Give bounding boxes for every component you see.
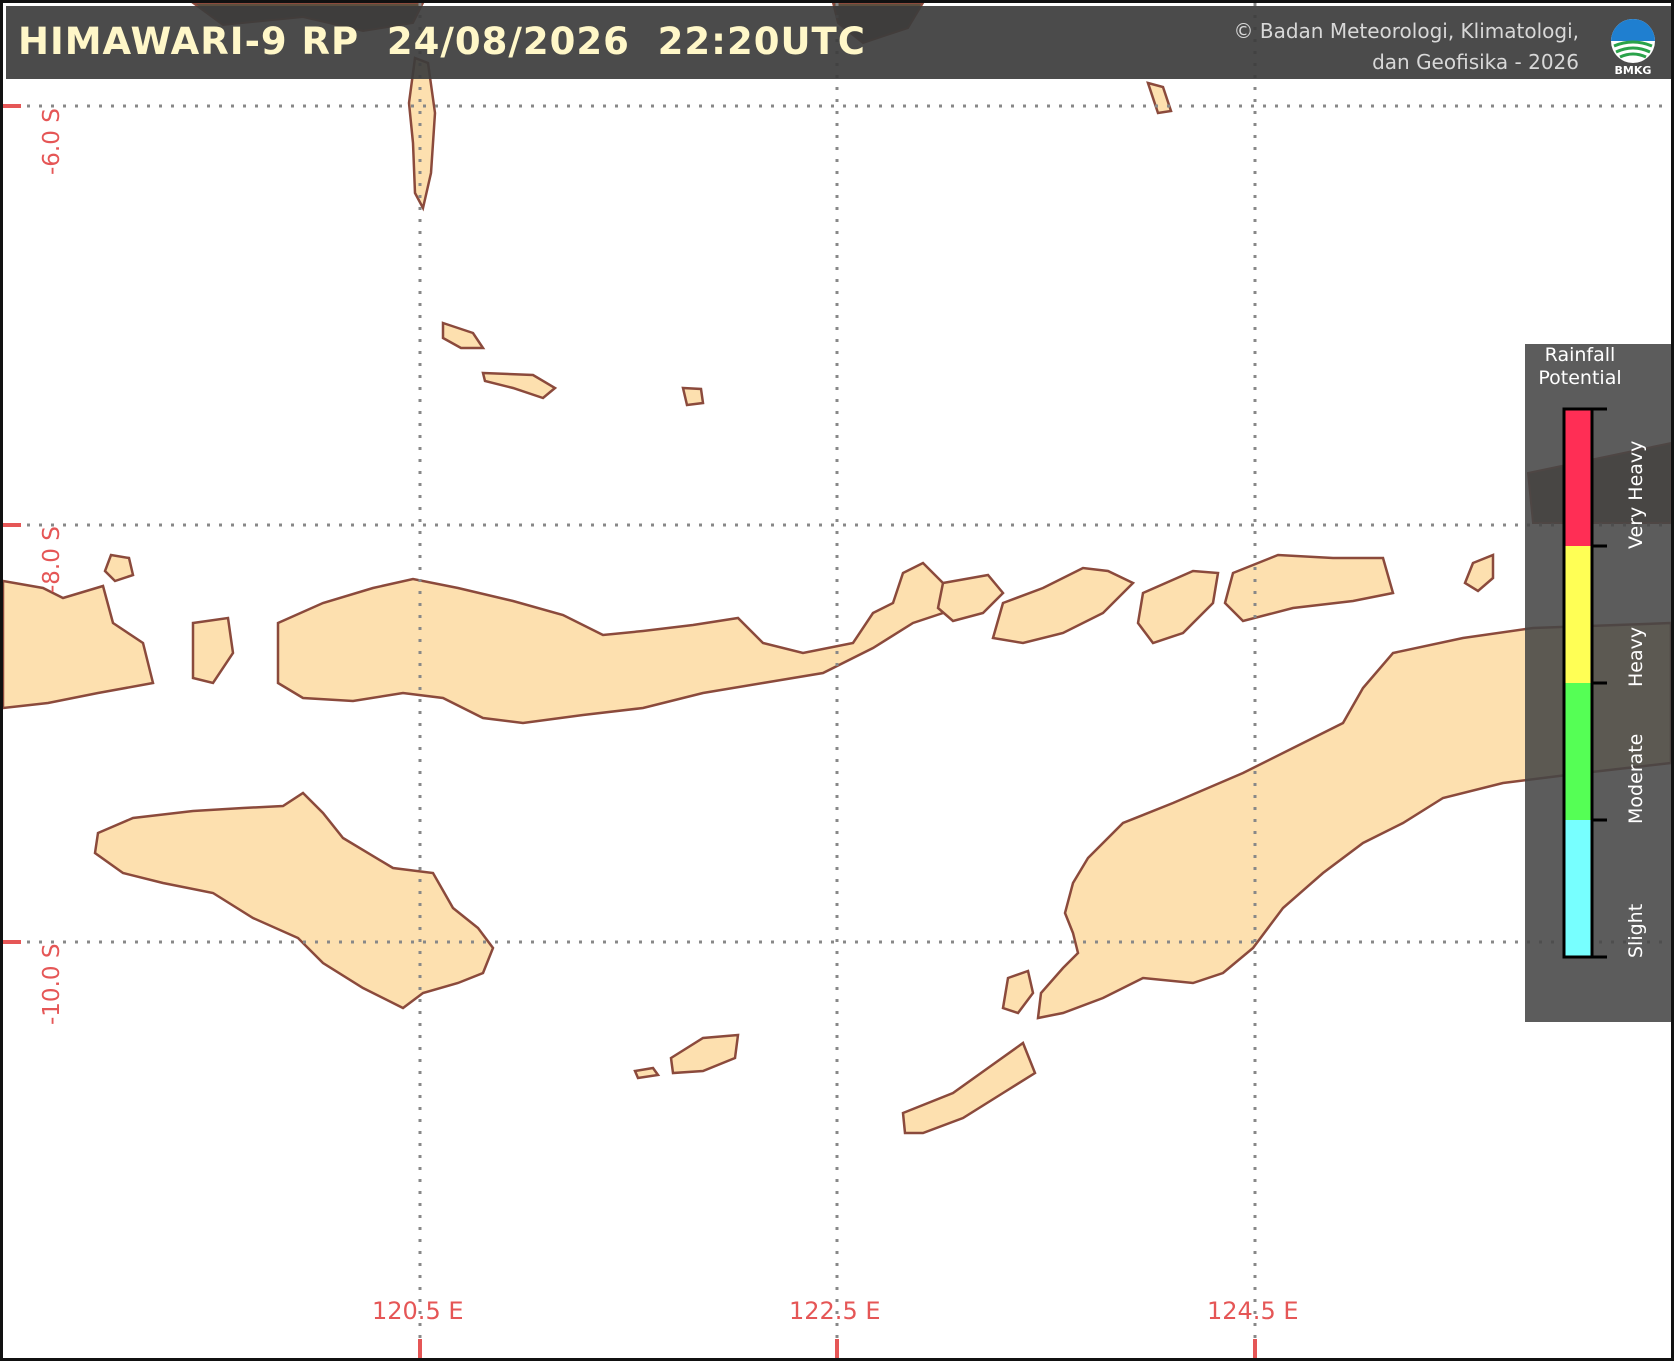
island-pantar	[1136, 569, 1220, 645]
island-small-2	[481, 371, 558, 400]
latitude-label-8: -8.0 S	[39, 526, 65, 593]
island-lembata	[991, 566, 1136, 645]
latitude-label-10: -10.0 S	[39, 943, 65, 1025]
island-semau	[1001, 969, 1035, 1015]
island-alor	[1223, 553, 1395, 623]
island-moyo	[103, 553, 135, 583]
island-small-4	[1146, 81, 1173, 115]
island-sumbawa	[3, 579, 155, 710]
legend-label-heavy: Heavy	[1625, 626, 1647, 687]
satellite-map	[3, 3, 1671, 1358]
map-title: HIMAWARI-9 RP 24/08/2026 22:20UTC	[18, 20, 866, 63]
island-raijua	[633, 1066, 661, 1080]
legend-colorbar	[1562, 407, 1607, 959]
copyright-line-2: dan Geofisika - 2026	[1372, 50, 1579, 74]
longitude-label-124-5: 124.5 E	[1207, 1297, 1299, 1325]
legend-swatch-heavy	[1564, 546, 1592, 683]
rainfall-legend: Rainfall Potential Very Heavy Heavy Mode…	[1525, 344, 1671, 1022]
legend-label-very-heavy: Very Heavy	[1625, 440, 1647, 549]
island-small-1	[441, 321, 486, 350]
island-wetar-small	[1463, 553, 1495, 593]
island-sumba	[93, 791, 495, 1010]
island-small-3	[681, 386, 705, 407]
header-bar: HIMAWARI-9 RP 24/08/2026 22:20UTC © Bada…	[6, 6, 1671, 79]
bmkg-logo-icon: BMKG	[1606, 18, 1660, 78]
island-komodo-cluster	[191, 616, 235, 685]
island-sawu	[669, 1033, 740, 1075]
legend-swatch-moderate	[1564, 683, 1592, 820]
island-rote	[901, 1041, 1037, 1135]
legend-swatch-very-heavy	[1564, 409, 1592, 546]
legend-label-slight: Slight	[1625, 903, 1647, 958]
longitude-label-122-5: 122.5 E	[789, 1297, 881, 1325]
copyright-line-1: © Badan Meteorologi, Klimatologi,	[1233, 19, 1580, 43]
legend-label-moderate: Moderate	[1625, 733, 1647, 824]
axis-ticks	[3, 104, 1257, 1358]
island-adonara	[936, 573, 1005, 623]
legend-swatch-slight	[1564, 820, 1592, 957]
copyright-notice: © Badan Meteorologi, Klimatologi, dan Ge…	[1234, 16, 1580, 78]
map-frame: HIMAWARI-9 RP 24/08/2026 22:20UTC © Bada…	[0, 0, 1674, 1361]
island-selayar	[407, 56, 437, 212]
bmkg-logo-text: BMKG	[1614, 64, 1652, 77]
longitude-label-120-5: 120.5 E	[372, 1297, 464, 1325]
island-flores	[276, 561, 945, 725]
latitude-label-6: -6.0 S	[39, 108, 65, 175]
